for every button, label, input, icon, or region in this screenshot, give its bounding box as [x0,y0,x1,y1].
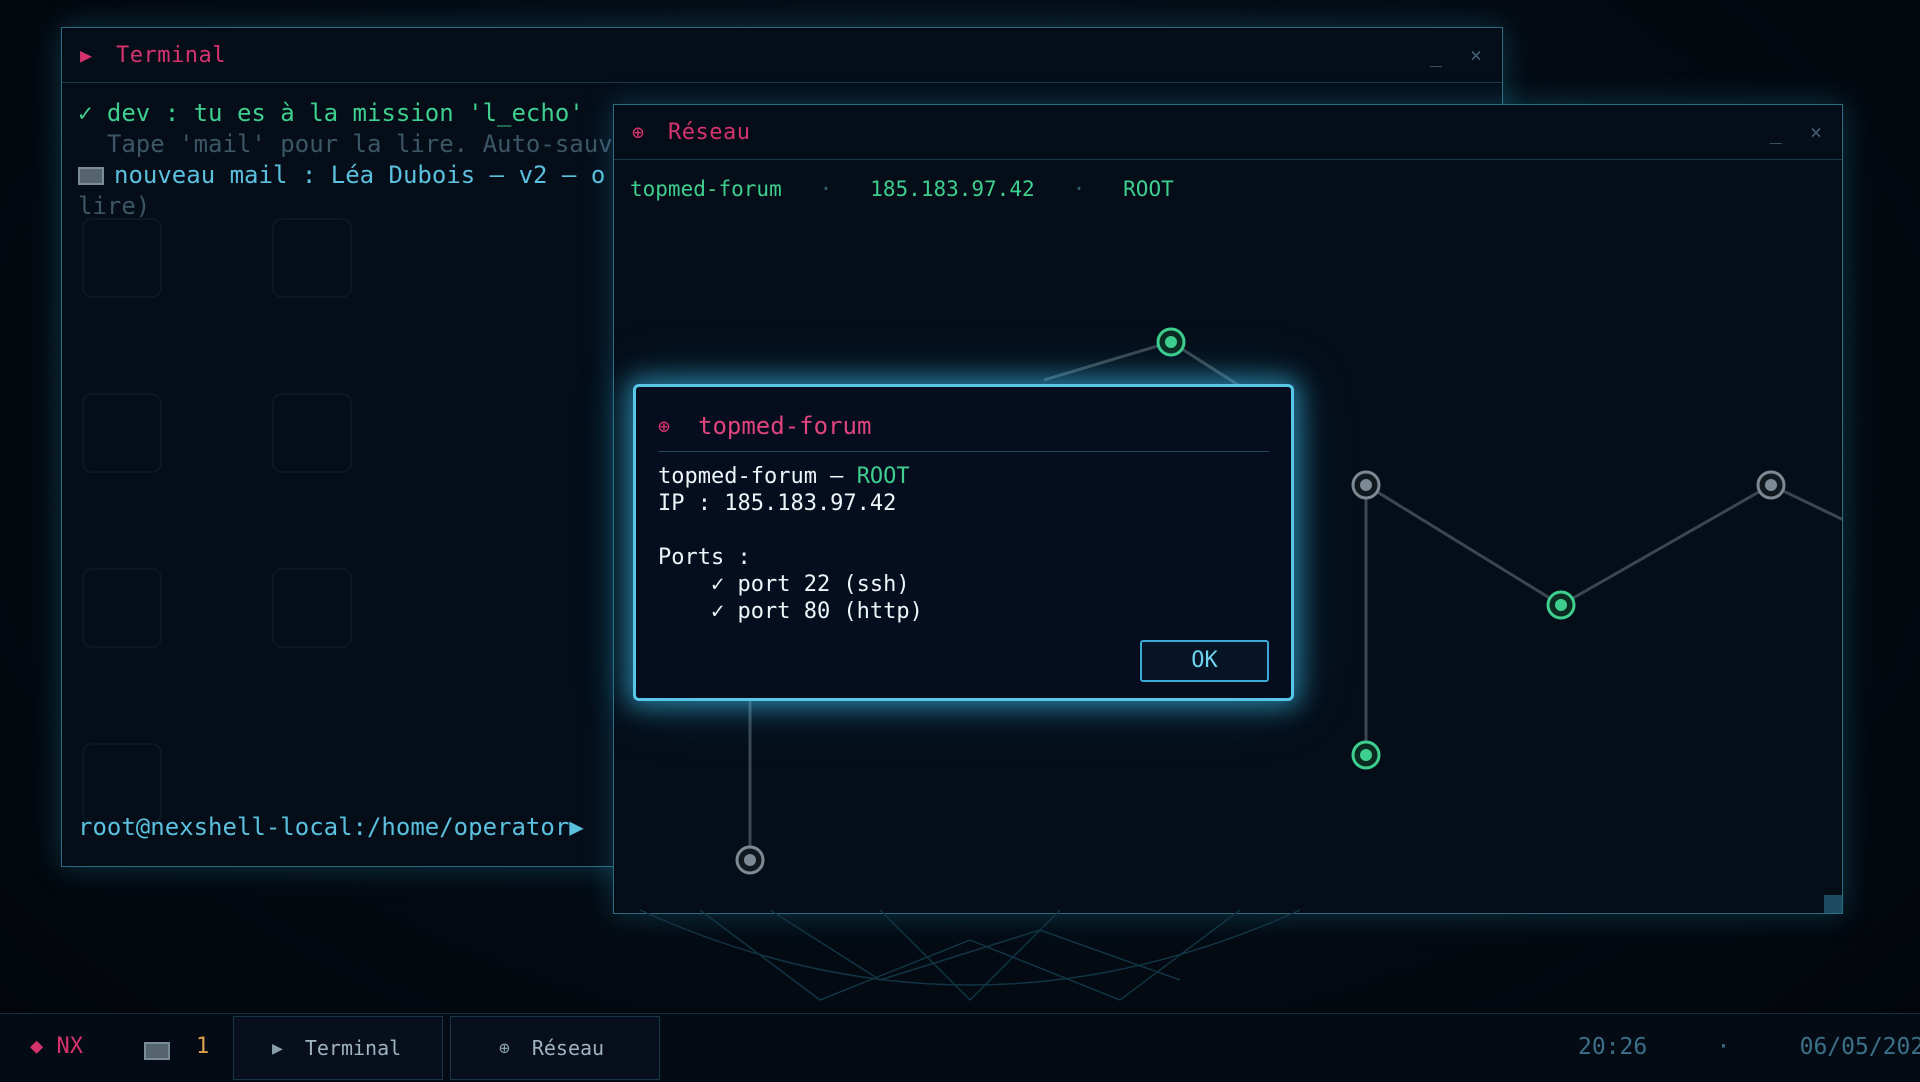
minimize-button[interactable]: _ [1430,43,1442,67]
ghost-desktop-icon [82,743,162,823]
mail-notification: nouveau mail : Léa Dubois — v2 — o [114,161,606,189]
graph-edge [1043,340,1172,382]
globe-icon: ⊕ [658,414,671,438]
ports-label: Ports : [658,545,751,570]
port-item: ✓ port 22 (ssh) [710,572,910,597]
mail-count-badge: 1 [196,1034,210,1059]
access-level: ROOT [856,464,910,489]
play-icon: ▶ [272,1037,283,1059]
play-icon: ▶ [80,43,93,67]
separator: · [1716,1034,1731,1060]
ghost-desktop-icon [272,568,352,648]
ghost-desktop-icon [272,393,352,473]
system-clock: 20:26 · 06/05/2026 [1578,1034,1920,1060]
mail-icon[interactable] [144,1040,170,1060]
graph-edge [1365,483,1562,607]
ip-line: IP : 185.183.97.42 [658,491,897,516]
globe-icon: ⊕ [499,1037,510,1059]
close-button[interactable]: × [1470,43,1482,67]
ghost-desktop-icon [82,218,162,298]
ghost-desktop-icon [82,568,162,648]
wireframe-globe-decoration [639,909,1301,1002]
ok-button[interactable]: OK [1140,640,1269,682]
host-line: topmed-forum — [658,464,857,489]
graph-node-gray[interactable] [1756,470,1786,500]
terminal-prompt[interactable]: root@nexshell-local:/home/operator▶ [78,813,584,841]
dialog-title: topmed-forum [698,412,872,440]
terminal-title: Terminal [116,42,226,68]
resize-handle[interactable] [1824,895,1842,913]
prompt-path: root@nexshell-local:/home/operator [78,813,570,841]
clock-time: 20:26 [1578,1034,1648,1060]
ghost-desktop-icon [82,393,162,473]
graph-node-gray[interactable] [1351,470,1381,500]
graph-node-gray[interactable] [735,845,765,875]
cursor-caret: ▶ [569,813,584,841]
dialog-content: topmed-forum — ROOT IP : 185.183.97.42 Po… [658,463,923,625]
taskbar: ◆ NX 1 ▶ Terminal ⊕ Réseau 20:26 · 06/05… [0,1013,1920,1082]
graph-edge [1560,483,1772,607]
taskbar-item-reseau[interactable]: ⊕ Réseau [450,1016,660,1080]
ghost-desktop-icon [272,218,352,298]
graph-node-green[interactable] [1351,740,1381,770]
taskbar-item-label: Réseau [531,1036,605,1060]
taskbar-item-label: Terminal [304,1036,402,1060]
host-details-dialog[interactable]: ⊕ topmed-forum topmed-forum — ROOT IP : 1… [633,384,1294,701]
graph-node-green[interactable] [1156,327,1186,357]
dialog-header: ⊕ topmed-forum [658,401,1269,452]
graph-node-green[interactable] [1546,590,1576,620]
port-item: ✓ port 80 (http) [710,599,923,624]
mail-icon [78,167,104,185]
start-button[interactable]: ◆ NX [30,1034,83,1059]
terminal-titlebar[interactable]: ▶ Terminal _ × [62,28,1502,83]
clock-date: 06/05/2026 [1799,1034,1920,1060]
taskbar-item-terminal[interactable]: ▶ Terminal [233,1016,443,1080]
